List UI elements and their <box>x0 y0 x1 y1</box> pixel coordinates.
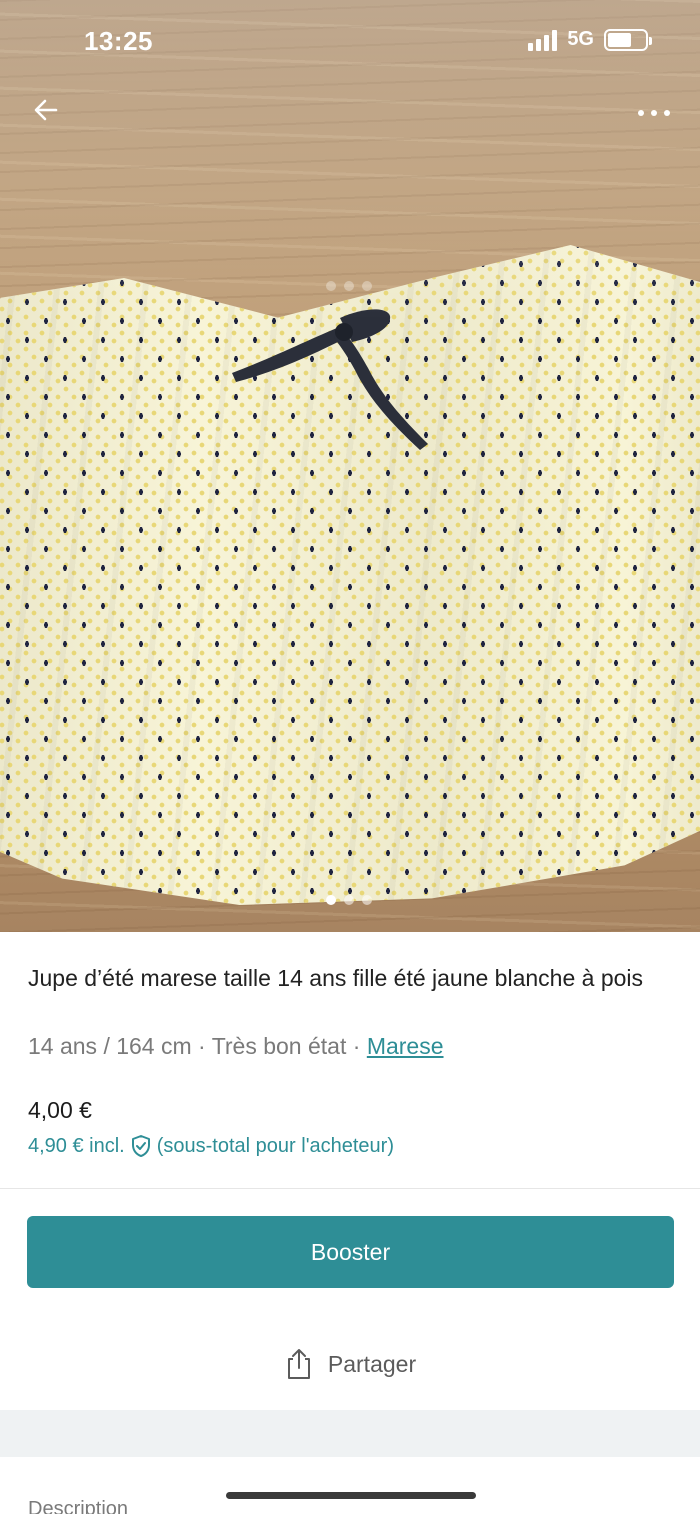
carousel-indicator[interactable] <box>326 895 372 905</box>
battery-level <box>608 32 632 47</box>
item-meta: 14 ans / 164 cm · Très bon état · Marese <box>28 1033 444 1060</box>
share-button[interactable]: Partager <box>0 1344 700 1384</box>
share-icon <box>287 1349 310 1379</box>
back-button[interactable] <box>28 92 64 128</box>
item-price: 4,00 € <box>28 1097 92 1123</box>
item-size: 14 ans / 164 cm <box>28 1033 192 1059</box>
brand-link[interactable]: Marese <box>367 1033 444 1059</box>
shield-check-icon <box>131 1135 150 1157</box>
more-horizontal-icon <box>638 110 670 116</box>
status-indicators: 5G <box>528 28 652 51</box>
signal-icon <box>528 29 558 51</box>
battery-icon <box>604 28 652 51</box>
divider <box>0 1188 700 1189</box>
meta-separator: · <box>191 1033 212 1059</box>
meta-separator: · <box>346 1033 367 1059</box>
carousel-dot-3[interactable] <box>362 895 372 905</box>
item-title: Jupe d’été marese taille 14 ans fille ét… <box>28 965 644 991</box>
item-photo[interactable] <box>0 0 700 932</box>
carousel-dots-faded <box>326 281 372 291</box>
carousel-dot-2[interactable] <box>344 895 354 905</box>
home-indicator[interactable] <box>226 1492 476 1499</box>
more-options-button[interactable] <box>634 98 674 128</box>
network-type: 5G <box>567 28 594 50</box>
booster-button[interactable]: Booster <box>27 1216 674 1288</box>
price-incl: 4,90 € incl. <box>28 1134 125 1157</box>
status-time: 13:25 <box>84 26 153 56</box>
share-label: Partager <box>327 1350 417 1377</box>
item-condition: Très bon état <box>211 1033 347 1059</box>
carousel-dot-1[interactable] <box>326 895 336 905</box>
description-label: Description <box>28 1498 129 1514</box>
section-separator <box>0 1410 700 1457</box>
buyer-price-info[interactable]: 4,90 € incl. (sous-total pour l'acheteur… <box>28 1134 394 1158</box>
arrow-left-icon <box>34 99 58 121</box>
price-incl-note: (sous-total pour l'acheteur) <box>156 1134 394 1157</box>
bow-graphic <box>232 309 428 450</box>
